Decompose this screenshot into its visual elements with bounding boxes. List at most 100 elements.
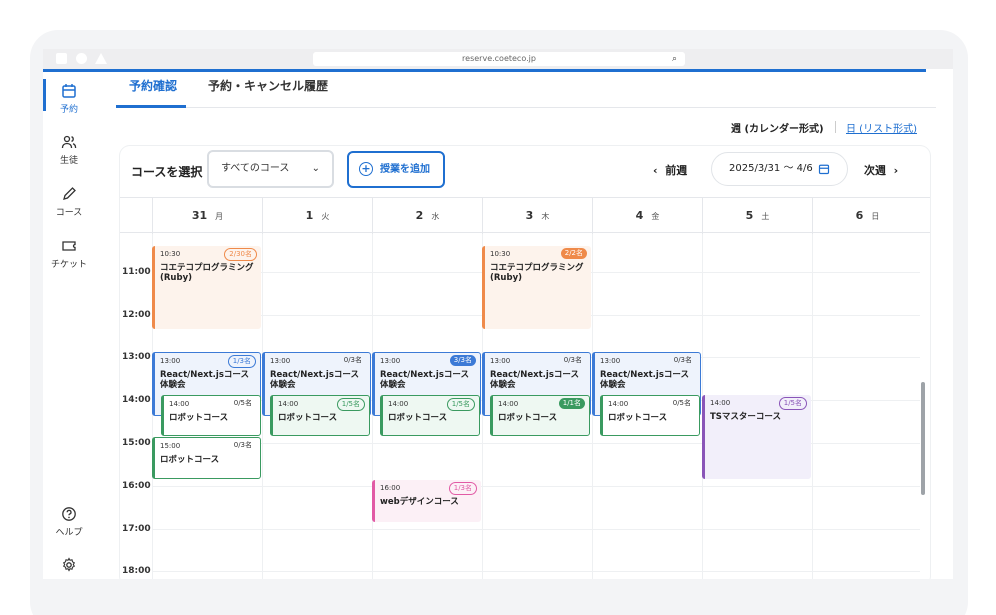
date-range-text: 2025/3/31 〜 4/6 [729,163,813,174]
prev-week-label: 前週 [665,164,688,177]
event-card[interactable]: 16:00 1/3名 webデザインコース [372,480,481,522]
sidebar-item-courses[interactable]: コース [43,186,95,218]
event-card[interactable]: 14:00 1/5名 ロボットコース [380,395,480,436]
event-card[interactable]: 14:00 1/1名 ロボットコース [490,395,590,436]
view-week-option[interactable]: 週 (カレンダー形式) [731,120,824,135]
event-title: ロボットコース [160,455,220,465]
event-card[interactable]: 15:00 0/3名 ロボットコース [152,437,261,479]
event-title: TSマスターコース [710,412,781,422]
course-select-value: すべてのコース [221,163,290,174]
time-label: 18:00 [122,566,151,576]
address-bar[interactable]: reserve.coeteco.jp ⌕ [313,52,685,66]
event-time: 16:00 [380,484,401,492]
day-weekday: 金 [651,212,660,221]
day-date: 5 [745,209,754,222]
url-text: reserve.coeteco.jp [462,54,536,63]
sidebar-item-label: 生徒 [59,156,78,166]
event-title: React/Next.jsコース体験会 [270,370,359,390]
time-label: 17:00 [122,524,151,534]
capacity-badge: 1/5名 [336,398,365,411]
event-title: ロボットコース [608,413,668,423]
window-square-icon [56,53,67,64]
browser-toolbar: reserve.coeteco.jp ⌕ [43,49,953,69]
event-card[interactable]: 14:00 1/5名 TSマスターコース [702,395,811,479]
day-date: 6 [855,209,864,222]
event-card[interactable]: 14:00 1/5名 ロボットコース [270,395,370,436]
day-date: 1 [305,209,314,222]
accent-bar [43,69,926,72]
tab-divider [116,107,936,108]
event-time: 10:30 [160,250,181,258]
hour-line [152,486,920,487]
event-time: 13:00 [600,357,621,365]
sidebar-item-tickets[interactable]: チケット [43,238,95,270]
add-class-button[interactable]: + 授業を追加 [347,151,445,188]
course-select[interactable]: すべてのコース ⌄ [207,150,334,188]
event-time: 14:00 [388,400,409,408]
date-range-picker[interactable]: 2025/3/31 〜 4/6 [711,152,848,186]
gear-icon [62,557,76,572]
event-time: 14:00 [498,400,519,408]
day-header: 2水 [372,198,482,234]
calendar-icon [818,164,830,175]
hour-line [152,529,920,530]
event-title: ロボットコース [169,413,229,423]
prev-week-button[interactable]: ‹ 前週 [653,162,687,178]
event-time: 14:00 [710,399,731,407]
sidebar-item-help[interactable]: ヘルプ [43,506,95,538]
event-time: 14:00 [608,400,629,408]
view-divider [835,121,836,133]
capacity-badge: 1/5名 [778,397,807,410]
pen-icon [63,187,76,200]
chevron-down-icon: ⌄ [311,163,320,174]
time-label: 14:00 [122,395,151,405]
tab-reservation-check[interactable]: 予約確認 [129,77,177,94]
day-weekday: 土 [761,212,770,221]
sidebar-item-label: コース [55,208,83,218]
event-time: 13:00 [490,357,511,365]
capacity-badge: 1/1名 [558,398,585,409]
sidebar-item-reservations[interactable]: 予約 [43,79,95,115]
event-time: 15:00 [160,442,181,450]
calendar-icon [62,84,76,98]
plus-icon: + [359,162,373,176]
capacity-badge: 1/5名 [446,398,475,411]
capacity-badge: 3/3名 [449,355,476,366]
day-header: 4金 [592,198,702,234]
day-weekday: 水 [431,212,440,221]
event-card[interactable]: 10:30 2/30名 コエテコプログラミング (Ruby) [152,246,261,329]
event-time: 10:30 [490,250,511,258]
event-card[interactable]: 14:00 0/5名 ロボットコース [600,395,700,436]
event-time: 13:00 [160,357,181,365]
sidebar-item-settings[interactable] [43,557,95,573]
ticket-icon [62,241,76,251]
capacity-badge: 1/3名 [227,355,256,368]
tab-history[interactable]: 予約・キャンセル履歴 [208,77,328,94]
event-title: React/Next.jsコース体験会 [160,370,249,390]
event-title: ロボットコース [498,413,558,423]
day-header: 31 月 [152,198,262,234]
time-label: 12:00 [122,310,151,320]
capacity-badge: 0/3名 [673,356,692,364]
sidebar-item-students[interactable]: 生徒 [43,134,95,166]
capacity-badge: 2/2名 [560,248,587,259]
event-card[interactable]: 14:00 0/5名 ロボットコース [161,395,261,436]
calendar-panel: コースを選択 すべてのコース ⌄ + 授業を追加 ‹ 前週 2025/3/31 … [120,146,930,579]
capacity-badge: 0/3名 [563,356,582,364]
grid-column-line [812,234,813,579]
scrollbar[interactable] [921,382,925,495]
chevron-right-icon: › [893,164,899,177]
course-select-label: コースを選択 [131,165,203,179]
capacity-badge: 0/5名 [233,399,252,407]
day-weekday: 火 [321,212,330,221]
day-weekday: 月 [215,212,224,221]
day-header: 1火 [262,198,372,234]
sidebar: 予約 生徒 コース チケット ヘルプ [43,72,95,579]
event-title: React/Next.jsコース体験会 [380,370,469,390]
next-week-button[interactable]: 次週 › [864,162,898,178]
day-header: 3木 [482,198,592,234]
event-card[interactable]: 10:30 2/2名 コエテコプログラミング (Ruby) [482,246,591,329]
time-label: 11:00 [122,267,151,277]
view-day-link[interactable]: 日 (リスト形式) [846,120,917,135]
window-triangle-icon [95,53,107,64]
